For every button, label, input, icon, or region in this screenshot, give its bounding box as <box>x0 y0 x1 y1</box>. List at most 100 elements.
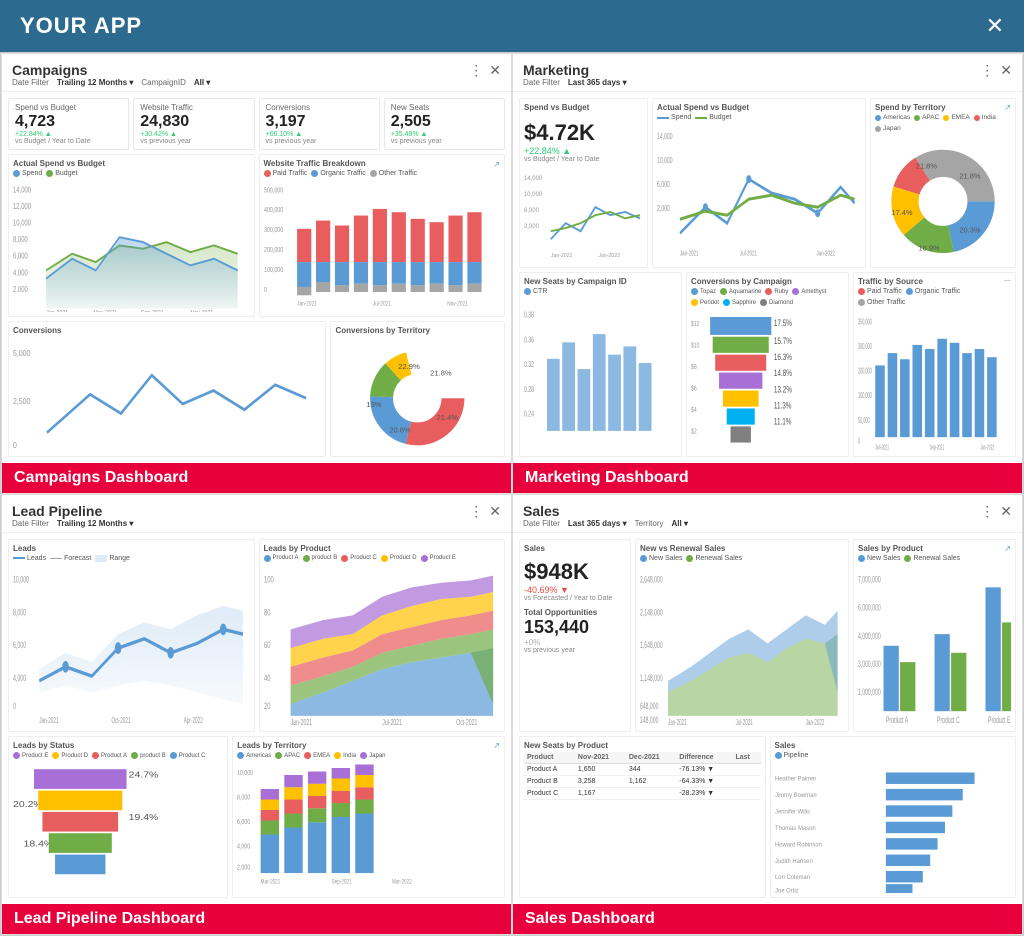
lead-pipeline-title: Lead Pipeline <box>12 503 133 519</box>
svg-text:20.3%: 20.3% <box>959 226 981 235</box>
lead-pipeline-more-button[interactable]: ⋮ <box>469 503 483 520</box>
marketing-header: Marketing Date Filter Last 365 days ▾ ⋮ … <box>513 54 1022 92</box>
svg-text:2,000: 2,000 <box>524 223 539 230</box>
sales-top-row: Sales $948K -40.69% ▼ vs Forecasted / Ye… <box>519 539 1016 733</box>
sales-panel: Sales Date Filter Last 365 days ▾ Territ… <box>512 494 1023 935</box>
sales-filter2-value[interactable]: All ▾ <box>672 519 688 528</box>
traffic-by-source-chart: Traffic by Source — Paid Traffic Organic… <box>853 272 1016 457</box>
svg-text:60: 60 <box>264 640 271 651</box>
svg-text:10,000: 10,000 <box>13 574 29 585</box>
svg-text:24.7%: 24.7% <box>129 770 159 780</box>
sales-filter-value[interactable]: Last 365 days ▾ <box>568 519 627 528</box>
svg-text:21.8%: 21.8% <box>916 162 938 171</box>
svg-text:2,648,000: 2,648,000 <box>640 574 663 585</box>
traffic-expand-icon[interactable]: ↗ <box>493 160 500 169</box>
svg-text:0.24: 0.24 <box>524 411 534 419</box>
lead-bottom-row: Leads by Status Product E Product D Prod… <box>8 736 505 897</box>
svg-text:Mar-2022: Mar-2022 <box>392 879 412 886</box>
sales-more-button[interactable]: ⋮ <box>980 503 994 520</box>
lead-pipeline-close-button[interactable]: ✕ <box>489 503 501 520</box>
svg-text:0.28: 0.28 <box>524 386 534 394</box>
svg-text:0: 0 <box>13 440 17 450</box>
campaigns-filter2-value[interactable]: All ▾ <box>194 78 210 87</box>
campaigns-title: Campaigns <box>12 62 210 78</box>
svg-text:14,000: 14,000 <box>524 175 543 182</box>
campaigns-panel: Campaigns Date Filter Trailing 12 Months… <box>1 53 512 494</box>
leads-by-territory-chart: Leads by Territory ↗ Americas APAC EMEA … <box>232 736 505 897</box>
territory-expand-icon[interactable]: ↗ <box>1004 103 1011 114</box>
marketing-big-change: +22.84% ▲ <box>524 146 643 156</box>
svg-text:Mar-2021: Mar-2021 <box>261 879 281 886</box>
conversions-chart: Conversions 5,000 2,500 0 Jan-2021 Jul-2… <box>8 321 326 457</box>
svg-text:20.8%: 20.8% <box>390 426 412 435</box>
marketing-spend-big: Spend vs Budget $4.72K +22.84% ▲ vs Budg… <box>519 98 648 268</box>
svg-text:40: 40 <box>264 672 271 683</box>
svg-text:13.2%: 13.2% <box>774 385 792 395</box>
svg-text:Judith Hansen: Judith Hansen <box>775 858 813 865</box>
svg-text:0: 0 <box>264 286 267 294</box>
campaigns-charts-row1: Actual Spend vs Budget Spend Budget <box>8 154 505 317</box>
svg-text:Jan-2021: Jan-2021 <box>46 310 68 312</box>
svg-text:Sep-2021: Sep-2021 <box>332 879 352 886</box>
svg-text:2,000: 2,000 <box>657 205 670 213</box>
total-opps-change: +0% <box>524 638 626 647</box>
svg-text:200,000: 200,000 <box>858 368 872 377</box>
svg-text:Jan-2022: Jan-2022 <box>980 445 994 452</box>
svg-text:3,000,000: 3,000,000 <box>858 658 881 669</box>
svg-text:500,000: 500,000 <box>264 187 284 195</box>
svg-text:21.8%: 21.8% <box>959 171 981 180</box>
sales-header: Sales Date Filter Last 365 days ▾ Territ… <box>513 495 1022 533</box>
svg-text:4,000,000: 4,000,000 <box>858 630 881 641</box>
lead-pipeline-header: Lead Pipeline Date Filter Trailing 12 Mo… <box>2 495 511 533</box>
sales-bottom-row: New Seats by Product Product Nov-2021 De… <box>519 736 1016 897</box>
svg-text:10,000: 10,000 <box>657 157 673 165</box>
svg-text:1,000,000: 1,000,000 <box>858 686 881 697</box>
svg-text:350,000: 350,000 <box>858 318 872 327</box>
svg-text:0: 0 <box>13 700 16 711</box>
leads-chart: Leads Leads Forecast Range <box>8 539 255 733</box>
svg-text:Thomas Mason: Thomas Mason <box>775 825 816 832</box>
svg-text:$10: $10 <box>691 342 700 350</box>
svg-text:Jan-2021: Jan-2021 <box>668 719 687 728</box>
marketing-more-button[interactable]: ⋮ <box>980 62 994 79</box>
svg-text:6,000: 6,000 <box>13 251 28 261</box>
campaigns-more-button[interactable]: ⋮ <box>469 62 483 79</box>
svg-text:20: 20 <box>264 700 271 711</box>
sales-product-expand-icon[interactable]: ↗ <box>1004 544 1011 555</box>
svg-text:0.38: 0.38 <box>524 312 534 320</box>
svg-text:17.4%: 17.4% <box>891 208 913 217</box>
close-button[interactable]: ✕ <box>986 13 1004 39</box>
marketing-actual-spend-chart: Actual Spend vs Budget Spend Budget 14,0… <box>652 98 866 268</box>
svg-text:Jimmy Bowman: Jimmy Bowman <box>775 792 817 799</box>
campaigns-kpi-row: Spend vs Budget 4,723 +22.84% ▲ vs Budge… <box>8 98 505 150</box>
marketing-filter-value[interactable]: Last 365 days ▾ <box>568 78 627 87</box>
campaigns-close-button[interactable]: ✕ <box>489 62 501 79</box>
sales-by-product-chart: Sales by Product ↗ New Sales Renewal Sal… <box>853 539 1016 733</box>
lead-filter-value[interactable]: Trailing 12 Months ▾ <box>57 519 133 528</box>
territory-leads-expand-icon[interactable]: ↗ <box>493 741 500 752</box>
svg-text:14,000: 14,000 <box>13 184 31 194</box>
svg-text:100,000: 100,000 <box>264 266 284 274</box>
svg-text:$4: $4 <box>691 407 697 415</box>
sales-close-button[interactable]: ✕ <box>1000 503 1012 520</box>
svg-text:Jan-2021: Jan-2021 <box>290 719 312 727</box>
marketing-close-button[interactable]: ✕ <box>1000 62 1012 79</box>
svg-text:Jul-2021: Jul-2021 <box>740 251 757 258</box>
pipeline-chart: Sales Pipeline Heather Palmer Jimmy Bowm… <box>770 736 1017 897</box>
svg-text:Heather Palmer: Heather Palmer <box>775 776 816 783</box>
new-vs-renewal-chart: New vs Renewal Sales New Sales Renewal S… <box>635 539 849 733</box>
svg-text:21.4%: 21.4% <box>437 413 459 422</box>
app-header: YOUR APP ✕ <box>0 0 1024 52</box>
svg-text:Jul-2021: Jul-2021 <box>382 719 402 727</box>
marketing-title: Marketing <box>523 62 627 78</box>
campaigns-filter-value[interactable]: Trailing 12 Months ▾ <box>57 78 133 87</box>
table-row: Product C 1,167 -28.23% ▼ <box>524 788 761 800</box>
svg-text:Jan-2021: Jan-2021 <box>551 253 573 259</box>
svg-text:6,000: 6,000 <box>13 639 26 650</box>
svg-text:Product A: Product A <box>886 714 908 725</box>
sales-big-value: $948K <box>524 559 626 585</box>
actual-spend-budget-chart: Actual Spend vs Budget Spend Budget <box>8 154 255 317</box>
svg-text:12,000: 12,000 <box>13 201 31 211</box>
sales-title: Sales <box>523 503 688 519</box>
svg-text:0: 0 <box>858 437 860 446</box>
